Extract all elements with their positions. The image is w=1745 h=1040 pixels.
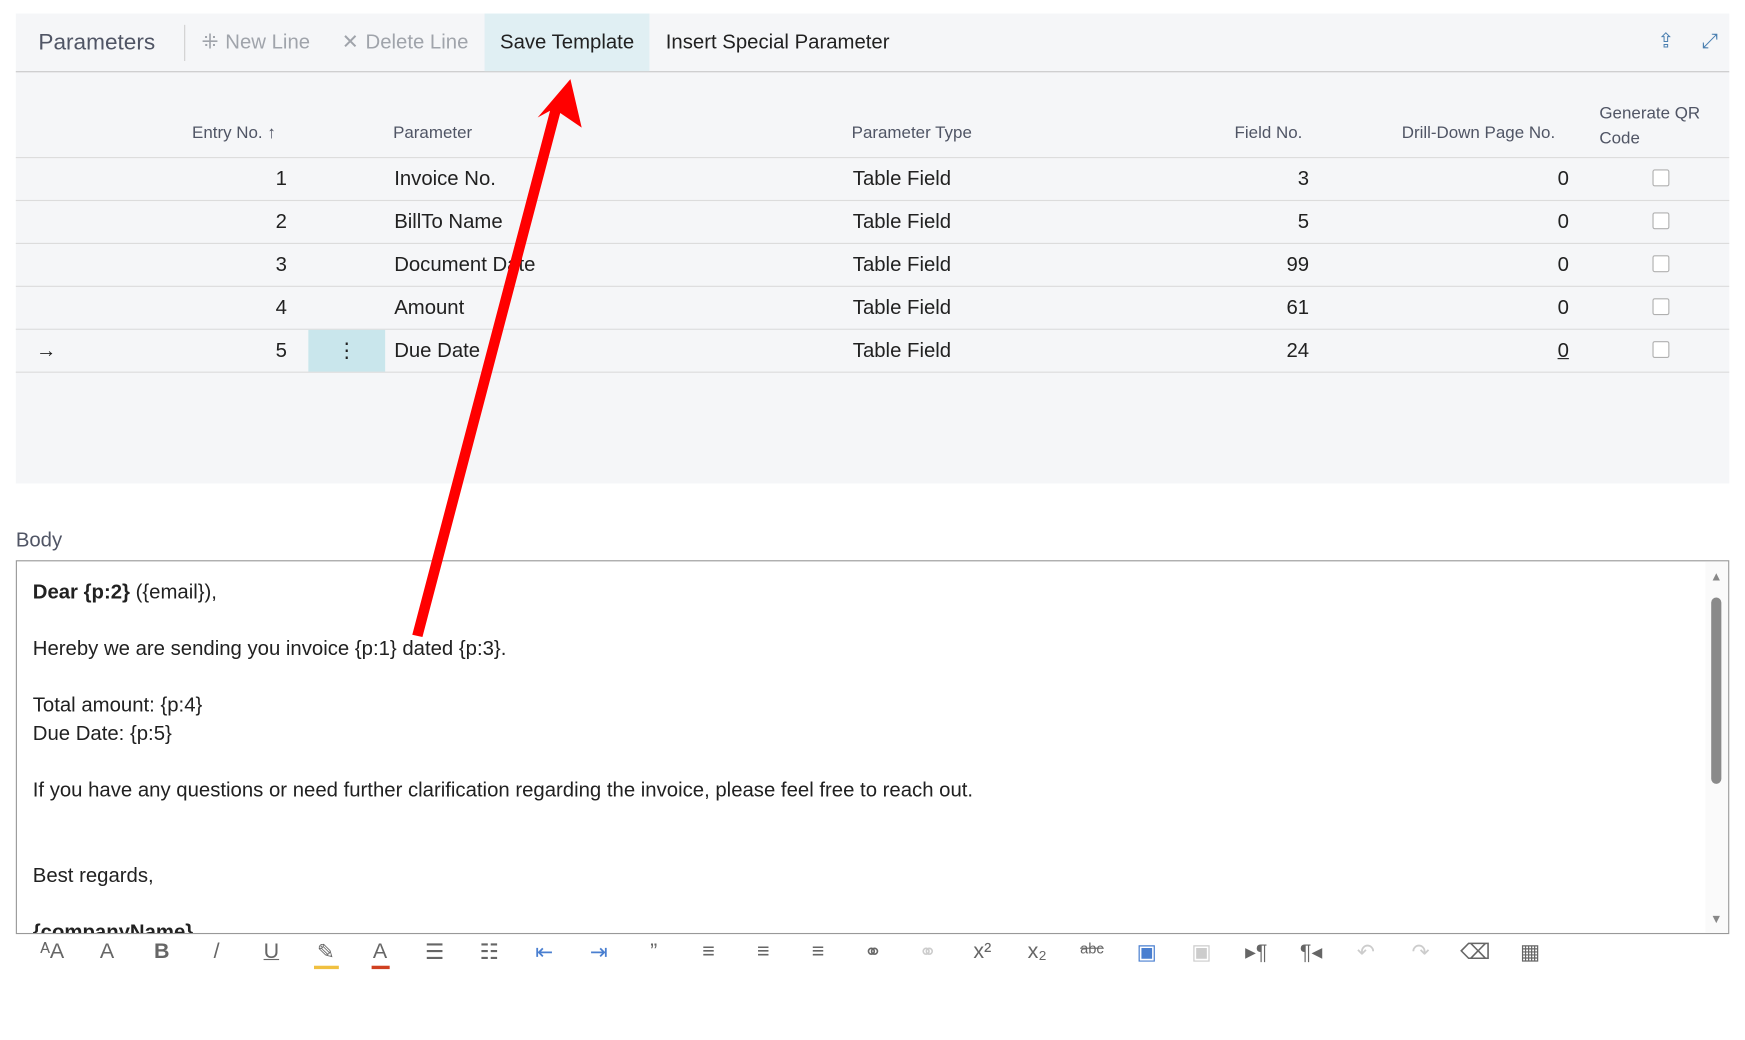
red-arrow-icon bbox=[412, 79, 582, 638]
annotation-arrow bbox=[412, 79, 582, 638]
